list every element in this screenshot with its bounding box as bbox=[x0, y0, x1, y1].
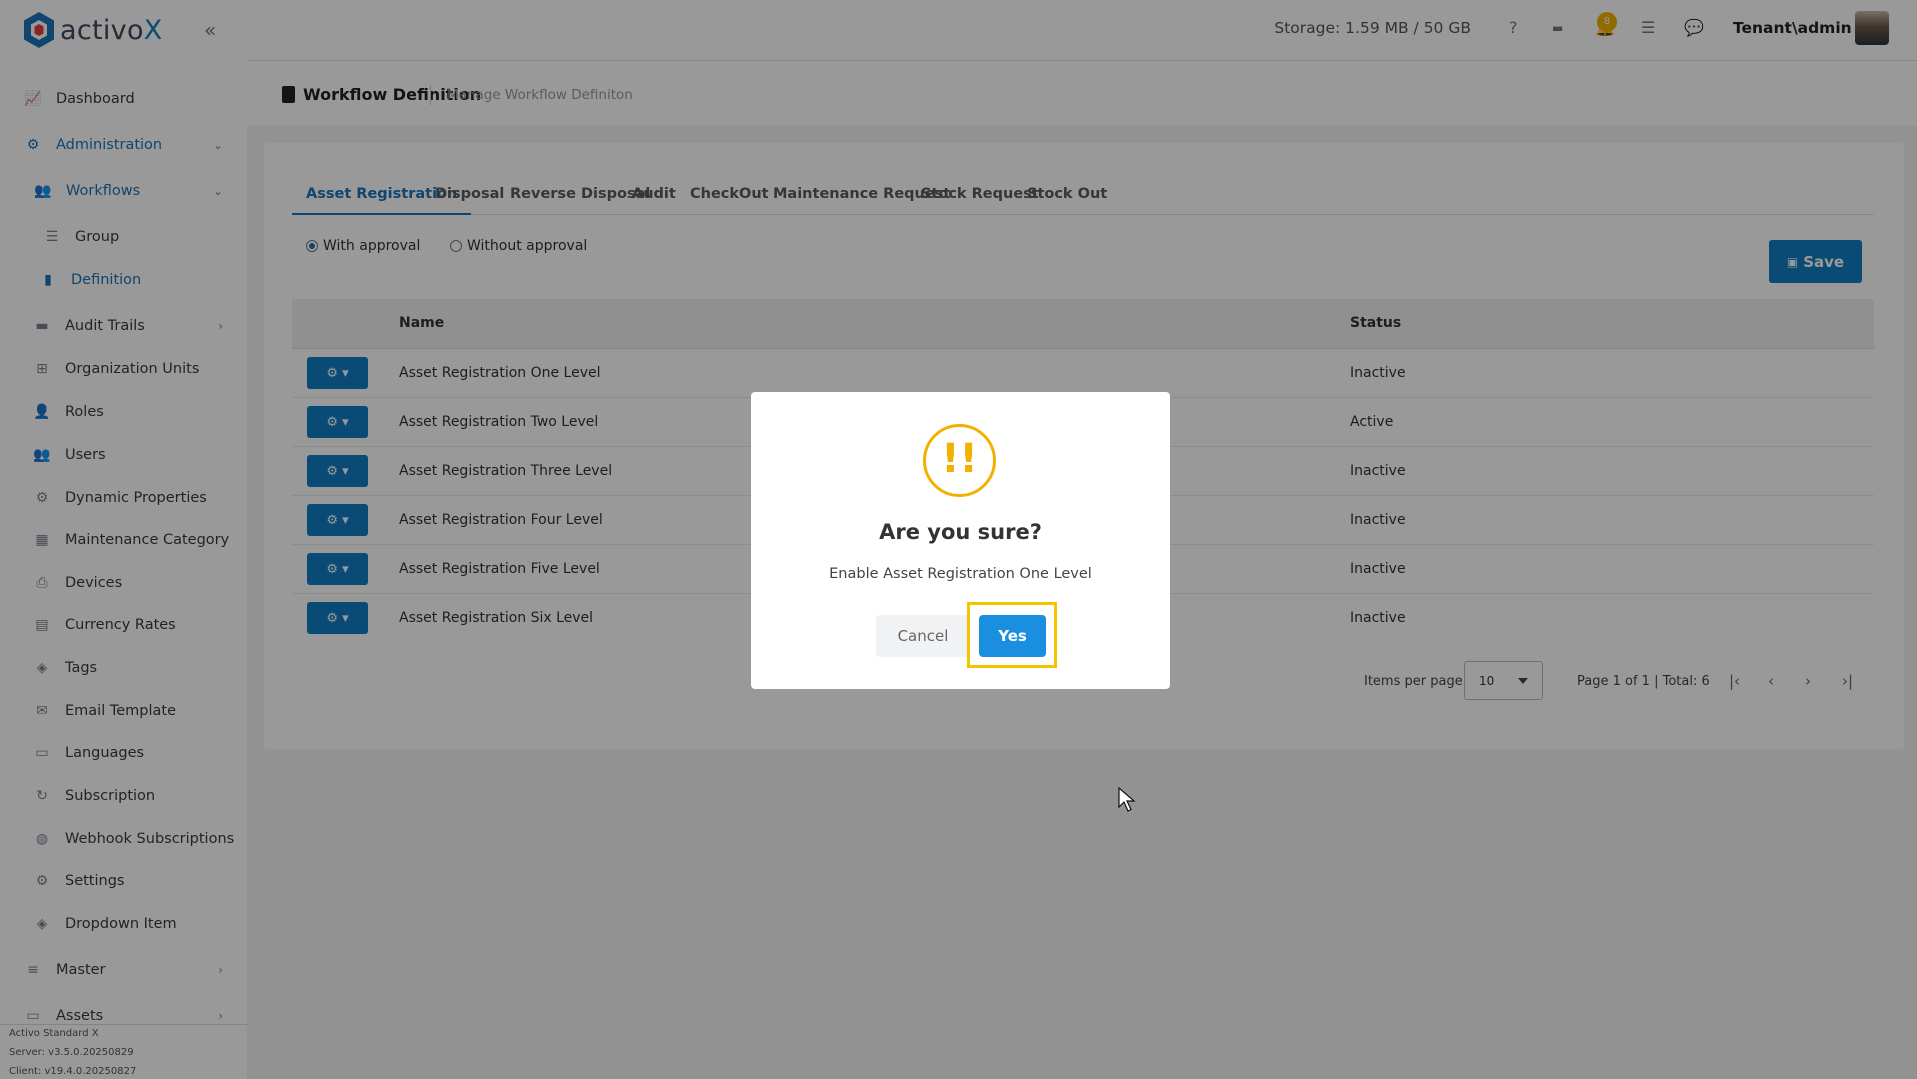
dialog-title: Are you sure? bbox=[879, 520, 1042, 544]
cancel-button[interactable]: Cancel bbox=[876, 615, 970, 657]
warning-icon: !! bbox=[923, 424, 996, 497]
mouse-cursor-icon bbox=[1118, 787, 1136, 812]
dialog-message: Enable Asset Registration One Level bbox=[829, 566, 1092, 582]
confirm-dialog: !! Are you sure? Enable Asset Registrati… bbox=[751, 392, 1170, 689]
yes-button[interactable]: Yes bbox=[979, 615, 1046, 657]
